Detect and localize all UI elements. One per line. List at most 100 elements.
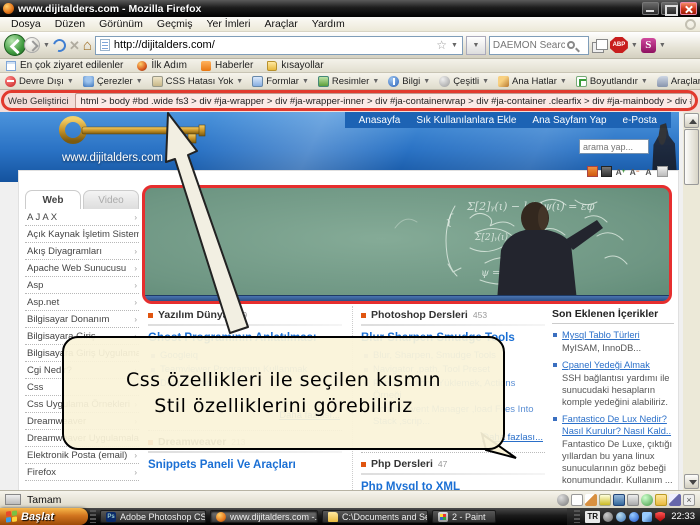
- recent-link[interactable]: Cpanel Yedeği Almak: [562, 359, 674, 371]
- save-icon[interactable]: [613, 494, 625, 506]
- devtool-forms[interactable]: Formlar▼: [252, 76, 309, 87]
- url-bar[interactable]: http://dijitalders.com/ ☆ ▼: [95, 36, 463, 55]
- sidebar-item-ajax[interactable]: A J A X›: [25, 209, 139, 226]
- menu-dosya[interactable]: Dosya: [4, 18, 48, 30]
- task-explorer[interactable]: C:\Documents and Se...: [322, 510, 428, 523]
- tab-video[interactable]: Video: [83, 190, 139, 209]
- volume-icon[interactable]: [603, 512, 613, 522]
- nav-eposta[interactable]: e-Posta: [623, 115, 657, 126]
- sidebar-item-donanim[interactable]: Bilgisayar Donanım›: [25, 311, 139, 328]
- close-small-icon[interactable]: ×: [683, 494, 695, 506]
- gear-icon[interactable]: [557, 494, 569, 506]
- note-icon[interactable]: [655, 494, 667, 506]
- language-indicator[interactable]: TR: [585, 511, 600, 523]
- nav-sik-kullanilanlara-ekle[interactable]: Sık Kullanılanlara Ekle: [416, 115, 516, 126]
- font-default-icon[interactable]: A: [643, 166, 654, 177]
- brush-icon[interactable]: [669, 494, 681, 506]
- vertical-scrollbar[interactable]: [683, 112, 700, 490]
- print-icon[interactable]: [657, 166, 668, 177]
- font-decrease-icon[interactable]: A−: [629, 166, 640, 177]
- font-increase-icon[interactable]: A+: [615, 166, 626, 177]
- devtool-info[interactable]: Bilgi▼: [388, 76, 430, 87]
- back-button[interactable]: [4, 34, 26, 56]
- close-button[interactable]: [680, 2, 697, 15]
- search-engine-dropdown[interactable]: ▼: [466, 36, 486, 55]
- adblock-dropdown-icon[interactable]: ▼: [631, 42, 638, 49]
- messenger-icon[interactable]: [616, 512, 626, 522]
- breadcrumb[interactable]: html > body #bd .wide fs3 > div #ja-wrap…: [75, 93, 692, 109]
- menu-yardim[interactable]: Yardım: [305, 18, 352, 30]
- home-button[interactable]: ⌂: [83, 38, 92, 53]
- maximize-button[interactable]: [661, 2, 678, 15]
- sidebar-item-asp[interactable]: Asp›: [25, 277, 139, 294]
- stylish-dropdown-icon[interactable]: ▼: [659, 42, 666, 49]
- scrollbar-thumb[interactable]: [684, 129, 699, 185]
- task-paint[interactable]: 2 - Paint: [432, 510, 496, 523]
- bookmark-icon[interactable]: [599, 494, 611, 506]
- section-title[interactable]: Yazılım Dünyası: [158, 309, 237, 321]
- devtool-resize[interactable]: Boyutlandır▼: [576, 76, 648, 87]
- sidebar-item-aspnet[interactable]: Asp.net›: [25, 294, 139, 311]
- banner-selected-element[interactable]: Σ[2]ᵧ(ι) − k(ι)ψ(ι) = εφ Σ[2]ᵧ(ι) ∙ ψ(2)…: [142, 185, 672, 304]
- adblock-icon[interactable]: ABP: [610, 37, 628, 53]
- devtool-tools[interactable]: Araçlar▼: [657, 76, 700, 87]
- bookmark-ilk-adim[interactable]: İlk Adım: [137, 60, 187, 71]
- sidebar-item-akis-diyagramlari[interactable]: Akış Diyagramları›: [25, 243, 139, 260]
- printer-icon[interactable]: [627, 494, 639, 506]
- refresh-button[interactable]: [51, 36, 69, 54]
- task-firefox[interactable]: www.dijitalders.com -...: [210, 510, 318, 523]
- nav-anasayfa[interactable]: Anasayfa: [359, 115, 401, 126]
- undo-icon[interactable]: [641, 494, 653, 506]
- devtool-disable[interactable]: Devre Dışı▼: [5, 76, 74, 87]
- minimize-button[interactable]: [642, 2, 659, 15]
- nav-ana-sayfam-yap[interactable]: Ana Sayfam Yap: [532, 115, 606, 126]
- scroll-down-icon[interactable]: [684, 474, 699, 489]
- recent-link[interactable]: Fantastico De Lux Nedir? Nasıl Kurulur? …: [562, 413, 674, 437]
- devtool-cookies[interactable]: Çerezler▼: [83, 76, 143, 87]
- tab-web[interactable]: Web: [25, 190, 81, 209]
- article-link[interactable]: Php Mysql to XML: [361, 479, 545, 490]
- recent-link[interactable]: Mysql Tablo Türleri: [562, 329, 674, 341]
- site-domain[interactable]: www.dijitalders.com: [62, 152, 163, 164]
- section-title[interactable]: Php Dersleri: [371, 458, 433, 470]
- devtool-misc[interactable]: Çeşitli▼: [439, 76, 489, 87]
- antivirus-icon[interactable]: [629, 512, 639, 522]
- devtool-css[interactable]: CSS Hatası Yok▼: [152, 76, 244, 87]
- section-title[interactable]: Photoshop Dersleri: [371, 309, 468, 321]
- bookmark-star-icon[interactable]: ☆: [436, 39, 447, 51]
- article-link[interactable]: Snippets Paneli Ve Araçları: [148, 457, 342, 476]
- menu-gecmis[interactable]: Geçmiş: [150, 18, 200, 30]
- security-alert-icon[interactable]: [655, 512, 665, 522]
- layout-dark-icon[interactable]: [601, 166, 612, 177]
- bookmark-most-visited[interactable]: En çok ziyaret edilenler: [6, 60, 123, 71]
- layout-orange-icon[interactable]: [587, 166, 598, 177]
- sidebar-item-acik-kaynak[interactable]: Açık Kaynak İşletim Sistemleri›: [25, 226, 139, 243]
- bookmark-haberler[interactable]: Haberler: [201, 60, 253, 71]
- forward-button[interactable]: [24, 37, 40, 53]
- stylish-icon[interactable]: S: [641, 38, 656, 53]
- menu-araclar[interactable]: Araçlar: [257, 18, 304, 30]
- history-dropdown-icon[interactable]: ▼: [43, 42, 50, 49]
- search-input[interactable]: [493, 40, 565, 51]
- devtool-outline[interactable]: Ana Hatlar▼: [498, 76, 567, 87]
- search-icon[interactable]: [567, 41, 575, 49]
- pencil-icon[interactable]: [585, 494, 597, 506]
- scroll-up-icon[interactable]: [684, 113, 699, 128]
- sidebar-item-firefox[interactable]: Firefox›: [25, 464, 139, 481]
- url-text[interactable]: http://dijitalders.com/: [114, 39, 432, 51]
- devtool-images[interactable]: Resimler▼: [318, 76, 379, 87]
- ietab-icon[interactable]: [592, 39, 607, 52]
- network-icon[interactable]: [642, 512, 652, 522]
- document-icon[interactable]: [571, 494, 583, 506]
- site-search-input[interactable]: [579, 139, 649, 154]
- sidebar-item-apache[interactable]: Apache Web Sunucusu›: [25, 260, 139, 277]
- stop-button[interactable]: ✕: [69, 39, 80, 52]
- bookmark-kisayollar[interactable]: kısayollar: [267, 60, 323, 71]
- start-button[interactable]: Başlat: [0, 508, 88, 525]
- task-photoshop[interactable]: PsAdobe Photoshop CS...: [100, 510, 206, 523]
- menu-duzen[interactable]: Düzen: [48, 18, 92, 30]
- menu-gorunum[interactable]: Görünüm: [92, 18, 150, 30]
- menu-yerimleri[interactable]: Yer İmleri: [200, 18, 258, 30]
- search-box[interactable]: [489, 36, 589, 55]
- url-dropdown-icon[interactable]: ▼: [451, 42, 458, 49]
